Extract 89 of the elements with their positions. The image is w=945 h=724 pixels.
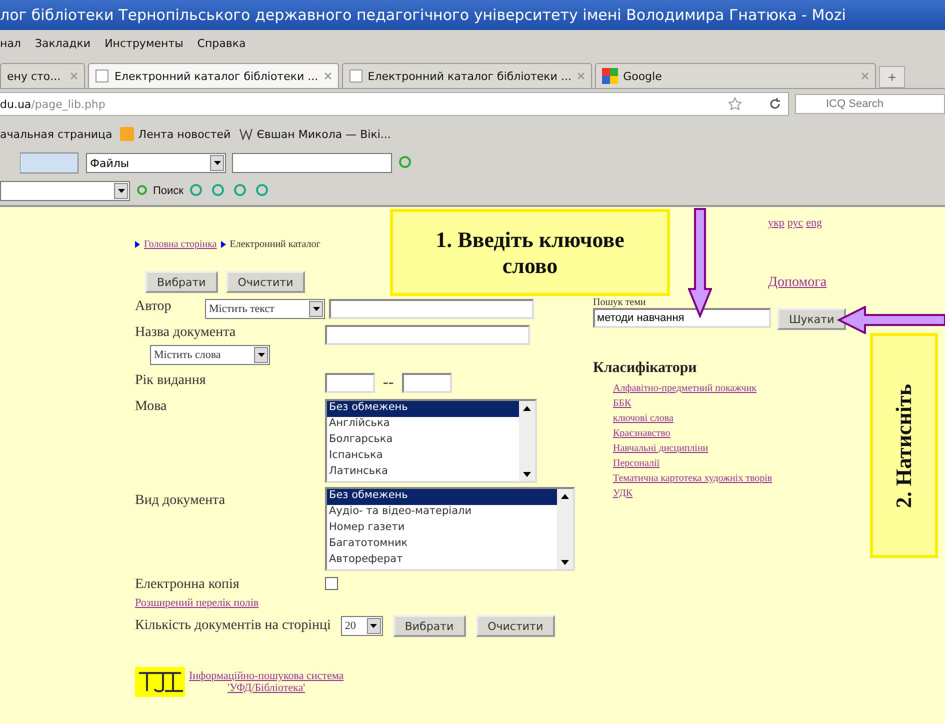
page-icon [95,69,110,83]
classifier-link[interactable]: Персоналії [613,458,660,469]
menu-item[interactable]: нал [0,36,21,50]
form-button[interactable]: Вибрати [145,271,218,293]
language-link[interactable]: укр [768,217,784,229]
language-link[interactable]: рус [787,217,804,229]
field-label: Назва документа [135,325,237,341]
list-box[interactable]: Без обмежень Аудіо- та відео-матеріали Номер газети Багатотомник Автореферат [325,487,575,571]
browser-tab[interactable]: Google [595,63,876,88]
search-icon [136,184,150,198]
scrollbar[interactable] [519,401,535,481]
field-label: Мова [135,399,168,415]
field-label: Вид документа [135,493,226,509]
browser-tab[interactable]: ену сто... [0,63,86,88]
match-select[interactable]: Містить текст [205,299,325,319]
bullet-icon [135,240,140,248]
field-label: Пошук теми [593,297,646,308]
extended-fields-link[interactable]: Розширений перелік полів [135,597,259,609]
caret-icon [118,189,124,193]
checkbox[interactable] [325,577,338,590]
form-button[interactable]: Вибрати [392,615,466,637]
menu-item[interactable]: Справка [197,36,246,50]
breadcrumb-current: Електронний каталог [230,238,320,250]
classifier-link[interactable]: Навчальні дисципліни [613,443,708,454]
files-select[interactable]: Файлы [86,153,226,173]
page-size-select[interactable]: 20 [340,616,383,636]
input-field[interactable] [325,373,375,393]
topic-search-field[interactable]: методи навчання [593,308,771,328]
classifier-link[interactable]: Алфавітно-предметний покажчик [613,383,757,394]
scrollbar[interactable] [557,489,573,569]
close-icon[interactable] [324,72,332,80]
classifier-link[interactable]: ключові слова [613,413,674,424]
bookmark[interactable]: Євшан Микола — Вікі... [238,127,391,141]
caret-icon [312,307,320,311]
range-separator: -- [383,374,394,392]
toolbar-field[interactable] [232,153,392,173]
close-icon[interactable] [577,72,586,80]
search-field[interactable]: ICQ Search [795,94,945,114]
new-tab-button[interactable]: + [879,66,905,88]
footer-link[interactable]: Інформаційно-пошукова система [189,670,344,682]
classifier-link[interactable]: ББК [613,398,632,409]
form-button[interactable]: Очистити [476,615,556,637]
bookmark[interactable]: Лента новостей [120,127,231,141]
bookmark[interactable]: ачальная страница [0,128,112,140]
field-label: Кількість документів на сторінці [135,618,331,634]
callout: 2. Натисніть [870,333,938,558]
close-icon[interactable] [70,72,78,80]
section-heading: Класифікатори [593,360,697,377]
field-label: Електронна копія [135,577,240,593]
menu-item[interactable]: Инструменты [104,36,184,50]
list-option[interactable]: Без обмежень [327,401,519,417]
menu-item[interactable]: Закладки [34,36,91,50]
input-field[interactable] [402,373,452,393]
field-label: Рік видання [135,373,207,389]
breadcrumb-link[interactable]: Головна сторінка [144,238,217,250]
feed-icon [120,127,134,141]
footer-link[interactable]: 'УФД/Бібліотека' [228,682,306,694]
list-box[interactable]: Без обмежень Англійська Болгарська Іспанська Латинська [325,399,537,483]
close-icon[interactable] [861,72,870,80]
search-button[interactable]: Поиск [136,184,184,198]
caret-icon [214,161,220,165]
input-field[interactable] [329,299,534,319]
browser-tab[interactable]: Електронний каталог бібліотеки ... [88,63,339,88]
caret-icon [258,353,264,357]
language-link[interactable]: eng [806,217,822,229]
classifier-link[interactable]: УДК [613,488,633,499]
form-button[interactable]: Очистити [226,271,306,293]
logo-icon [135,667,185,697]
match-select[interactable]: Містить слова [150,345,270,365]
reload-icon[interactable] [768,97,782,111]
toolbar-select[interactable] [0,181,130,201]
classifier-link[interactable]: Краєзнавство [613,428,670,439]
list-option[interactable]: Без обмежень [327,489,557,505]
classifier-link[interactable]: Тематична картотека художніх творів [613,473,772,484]
window-title: лог бібліотеки Тернопільського державного педагогічного університету імені Володимира Гнатюка - Mozi [0,0,945,30]
input-field[interactable] [325,325,530,345]
callout: 1. Введіть ключове слово [390,209,670,296]
bullet-icon [220,240,226,248]
help-link[interactable]: Допомога [768,275,827,290]
toolbar-icon[interactable] [20,152,80,174]
google-icon [602,68,618,84]
page-icon [348,69,363,83]
caret-icon [370,624,378,628]
search-button[interactable]: Шукати [777,308,846,330]
field-label: Автор [135,299,172,315]
address-bar[interactable]: du.ua/page_lib.php [0,92,789,116]
browser-tab[interactable]: Електронний каталог бібліотеки ... [342,63,592,88]
search-icon[interactable] [398,155,414,171]
wiki-icon [238,127,253,141]
